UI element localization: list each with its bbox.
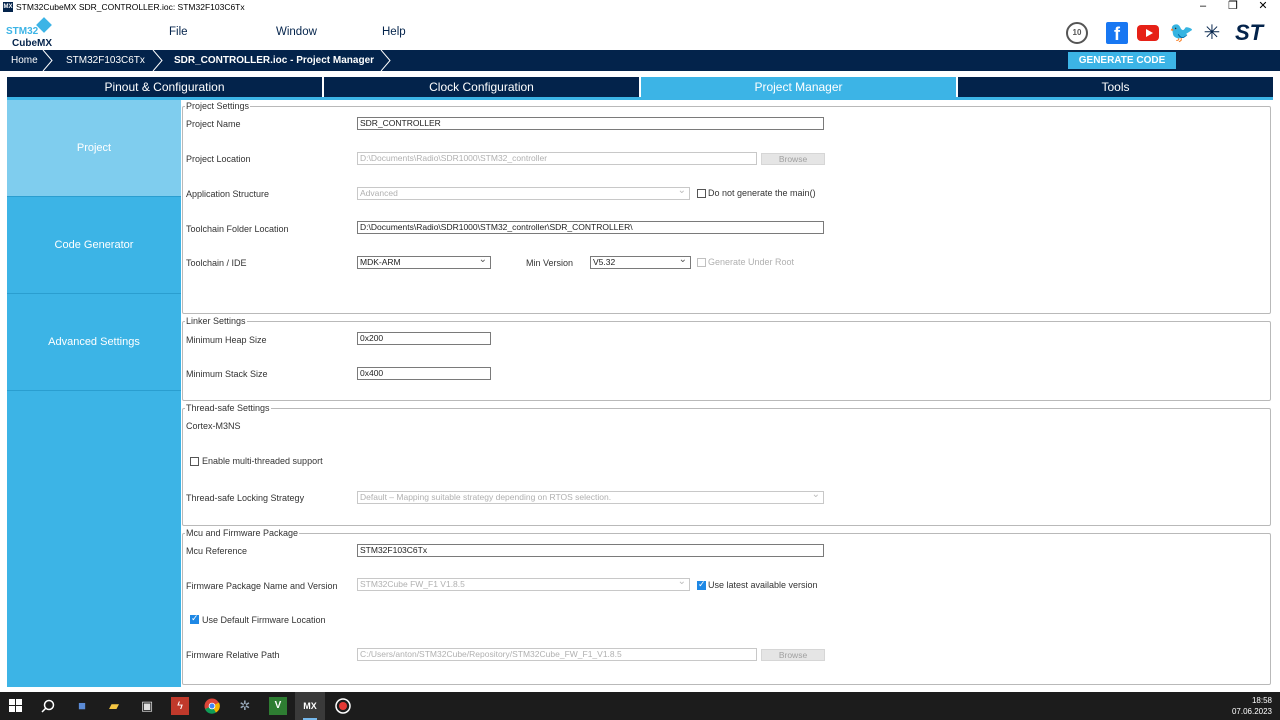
min-stack-size-label: Minimum Stack Size: [186, 369, 268, 379]
search-icon[interactable]: [39, 697, 57, 715]
firmware-relative-path-label: Firmware Relative Path: [186, 650, 280, 660]
logo-line2: CubeMX: [12, 38, 52, 49]
menu-help[interactable]: Help: [382, 26, 406, 38]
breadcrumb-mcu[interactable]: STM32F103C6Tx: [56, 50, 145, 71]
firmware-path-browse-button: Browse: [761, 649, 825, 661]
menu-file[interactable]: File: [169, 26, 188, 38]
breadcrumb-home[interactable]: Home: [0, 50, 38, 71]
chevron-right-icon: [42, 50, 54, 71]
tab-clock-configuration[interactable]: Clock Configuration: [324, 77, 639, 97]
stm32cubemx-logo: STM32 CubeMX: [5, 17, 53, 50]
chevron-right-icon: [152, 50, 164, 71]
flash-tool-icon[interactable]: ϟ: [171, 697, 189, 715]
cube-icon: [36, 17, 52, 33]
group-title: Thread-safe Settings: [186, 403, 270, 413]
breadcrumb: Home STM32F103C6Tx SDR_CONTROLLER.ioc - …: [0, 50, 1280, 71]
use-default-firmware-location-checkbox[interactable]: [190, 613, 199, 624]
generate-under-root-label: Generate Under Root: [708, 257, 795, 267]
chrome-icon[interactable]: [203, 697, 221, 715]
youtube-icon[interactable]: [1137, 25, 1159, 41]
store-icon[interactable]: ▣: [138, 697, 156, 715]
thread-safe-settings-group: Thread-safe Settings: [182, 403, 1271, 526]
twitter-icon[interactable]: 🐦: [1169, 22, 1194, 44]
use-latest-version-checkbox[interactable]: [697, 579, 706, 590]
vscode-icon[interactable]: V: [269, 697, 287, 715]
menu-bar: STM32 CubeMX File Window Help 10 f 🐦 ✳ S…: [0, 14, 1280, 50]
chevron-right-icon: [380, 50, 392, 71]
min-heap-size-input[interactable]: 0x200: [357, 332, 491, 345]
multi-threaded-support-label: Enable multi-threaded support: [202, 456, 323, 466]
firmware-package-select: STM32Cube FW_F1 V1.8.5: [357, 578, 690, 591]
project-manager-sidebar: Project Code Generator Advanced Settings: [7, 100, 181, 687]
min-stack-size-input[interactable]: 0x400: [357, 367, 491, 380]
clock-date: 07.06.2023: [1231, 707, 1272, 716]
min-heap-size-label: Minimum Heap Size: [186, 335, 267, 345]
linker-settings-group: Linker Settings: [182, 316, 1271, 401]
st-logo-icon[interactable]: ST: [1235, 22, 1275, 44]
tab-tools[interactable]: Tools: [958, 77, 1273, 97]
multi-threaded-support-checkbox[interactable]: [190, 457, 199, 466]
facebook-icon[interactable]: f: [1106, 22, 1128, 44]
restore-button[interactable]: ❐: [1218, 0, 1248, 14]
tab-project-manager[interactable]: Project Manager: [641, 77, 956, 97]
recorder-icon[interactable]: [334, 697, 352, 715]
project-location-browse-button: Browse: [761, 153, 825, 165]
minimize-button[interactable]: –: [1188, 0, 1218, 14]
logo-line1: STM32: [6, 26, 39, 37]
project-location-label: Project Location: [186, 154, 251, 164]
min-version-label: Min Version: [526, 258, 574, 268]
breadcrumb-current[interactable]: SDR_CONTROLLER.ioc - Project Manager: [164, 50, 374, 71]
project-location-input: D:\Documents\Radio\SDR1000\STM32_control…: [357, 152, 757, 165]
main-tabs: Pinout & Configuration Clock Configurati…: [7, 77, 1273, 97]
mcu-reference-input: STM32F103C6Tx: [357, 544, 824, 557]
save-icon[interactable]: ■: [73, 697, 91, 715]
system-clock[interactable]: 18:58 07.06.2023: [1232, 695, 1272, 717]
locking-strategy-select: Default – Mapping suitable strategy depe…: [357, 491, 824, 504]
project-settings-group: Project Settings: [182, 101, 1271, 314]
file-explorer-icon[interactable]: ▰: [105, 697, 123, 715]
sidebar-item-code-generator[interactable]: Code Generator: [7, 197, 181, 294]
application-structure-label: Application Structure: [186, 189, 270, 199]
toolchain-folder-input[interactable]: D:\Documents\Radio\SDR1000\STM32_control…: [357, 221, 824, 234]
mcu-reference-label: Mcu Reference: [186, 546, 248, 556]
locking-strategy-label: Thread-safe Locking Strategy: [186, 493, 305, 503]
stm32cubemx-taskbar-icon[interactable]: MX: [295, 692, 325, 720]
group-title: Project Settings: [186, 101, 250, 111]
project-name-input[interactable]: SDR_CONTROLLER: [357, 117, 824, 130]
do-not-generate-main-checkbox[interactable]: [697, 189, 706, 198]
application-structure-select: Advanced: [357, 187, 690, 200]
window-titlebar: MX STM32CubeMX SDR_CONTROLLER.ioc: STM32…: [0, 0, 1280, 14]
group-title: Mcu and Firmware Package: [186, 528, 299, 538]
windows-start-icon[interactable]: [7, 697, 25, 715]
generate-under-root-checkbox: [697, 258, 706, 267]
anniversary-icon[interactable]: 10: [1066, 22, 1088, 44]
firmware-package-label: Firmware Package Name and Version: [186, 581, 338, 591]
windows-taskbar: ■ ▰ ▣ ϟ ✲ V MX 18:58 07.06.2023: [0, 692, 1280, 720]
toolchain-folder-label: Toolchain Folder Location: [186, 224, 289, 234]
min-version-select[interactable]: V5.32: [590, 256, 691, 269]
core-name-label: Cortex-M3NS: [186, 421, 241, 431]
bug-tool-icon[interactable]: ✲: [236, 697, 254, 715]
use-default-firmware-location-label: Use Default Firmware Location: [202, 615, 326, 625]
close-button[interactable]: ✕: [1248, 0, 1278, 14]
sidebar-item-advanced-settings[interactable]: Advanced Settings: [7, 294, 181, 391]
do-not-generate-main-label: Do not generate the main(): [708, 188, 816, 198]
project-settings-panel: Project Settings Project Name SDR_CONTRO…: [181, 100, 1273, 687]
group-title: Linker Settings: [186, 316, 246, 326]
network-icon[interactable]: ✳: [1201, 22, 1223, 44]
toolchain-ide-select[interactable]: MDK-ARM: [357, 256, 491, 269]
toolchain-ide-label: Toolchain / IDE: [186, 258, 247, 268]
menu-window[interactable]: Window: [276, 26, 317, 38]
tab-pinout-configuration[interactable]: Pinout & Configuration: [7, 77, 322, 97]
window-title: STM32CubeMX SDR_CONTROLLER.ioc: STM32F10…: [16, 2, 245, 12]
sidebar-item-project[interactable]: Project: [7, 100, 181, 197]
use-latest-version-label: Use latest available version: [708, 580, 818, 590]
app-icon: MX: [3, 2, 13, 12]
project-name-label: Project Name: [186, 119, 241, 129]
clock-time: 18:58: [1251, 696, 1272, 705]
firmware-relative-path-input: C:/Users/anton/STM32Cube/Repository/STM3…: [357, 648, 757, 661]
generate-code-button[interactable]: GENERATE CODE: [1068, 52, 1176, 69]
